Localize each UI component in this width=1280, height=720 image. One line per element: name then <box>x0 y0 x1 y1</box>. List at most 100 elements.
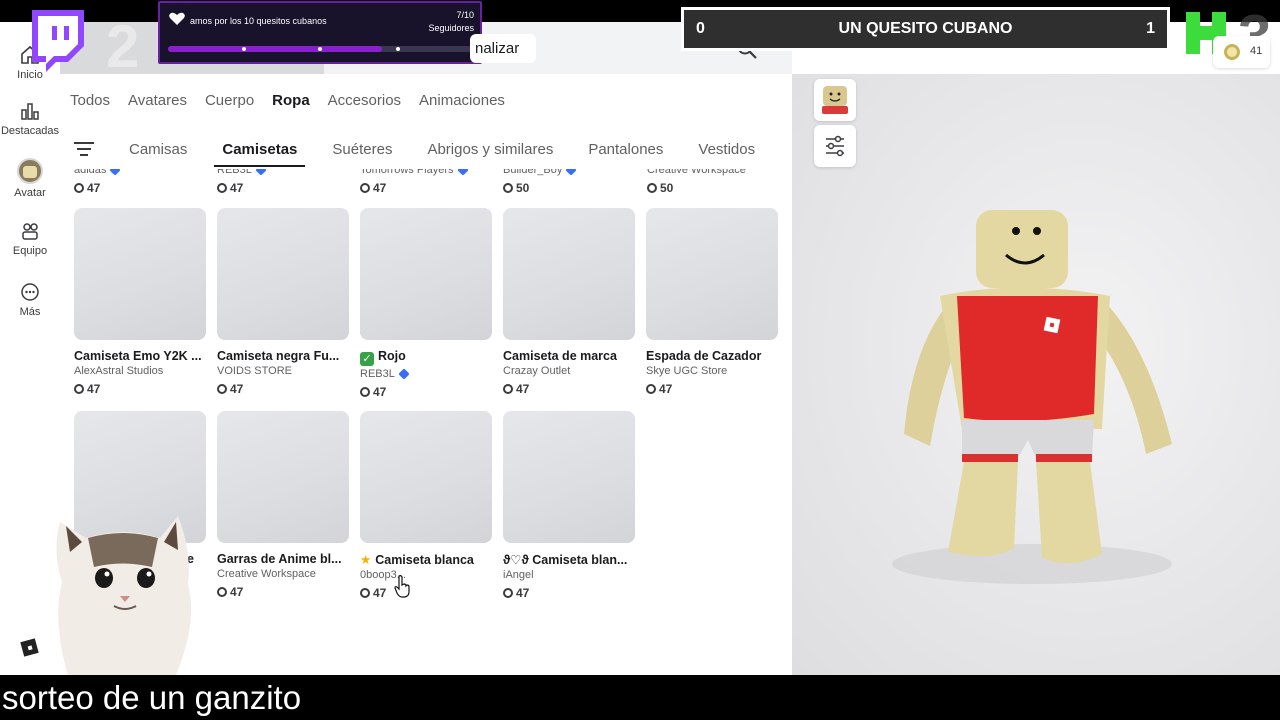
item-creator[interactable]: Skye UGC Store <box>646 365 784 377</box>
mouse-cursor-icon <box>393 574 411 598</box>
list-item[interactable]: Garras de Anime bl... Creative Workspace… <box>217 411 349 599</box>
robux-icon <box>217 587 227 597</box>
more-icon <box>19 281 41 303</box>
tab-vestidos[interactable]: Vestidos <box>698 141 755 158</box>
scoreboard-title: UN QUESITO CUBANO <box>838 20 1013 37</box>
finalize-button[interactable]: nalizar <box>470 34 536 63</box>
item-name: Camiseta Emo Y2K ... <box>74 349 202 363</box>
item-price: 47 <box>516 382 530 396</box>
list-item[interactable]: Espada de Cazador Skye UGC Store 47 <box>646 208 778 396</box>
item-creator[interactable]: Creative Workspace <box>217 568 355 580</box>
tab-abrigos[interactable]: Abrigos y similares <box>427 141 553 158</box>
tab-cuerpo[interactable]: Cuerpo <box>205 92 254 114</box>
subcategory-tabs: Camisas Camisetas Suéteres Abrigos y sim… <box>129 141 790 167</box>
caption-bar: sorteo de un ganzito <box>0 675 1280 720</box>
robux-icon <box>360 183 370 193</box>
robux-icon <box>647 183 657 193</box>
list-item[interactable]: ✓ Rojo REB3L 47 <box>360 208 492 399</box>
item-price: 50 <box>660 181 674 195</box>
goal-marker <box>242 47 246 51</box>
item-name: Garras de Anime bl... <box>217 552 342 566</box>
verified-icon <box>398 368 410 380</box>
category-tabs: Todos Avatares Cuerpo Ropa Accesorios An… <box>70 92 523 114</box>
goal-marker <box>396 47 400 51</box>
goal-label: amos por los 10 quesitos cubanos <box>190 16 327 26</box>
goal-marker <box>318 47 322 51</box>
tab-ropa[interactable]: Ropa <box>272 92 310 114</box>
list-item[interactable]: Camiseta de marca Crazay Outlet 47 <box>503 208 635 396</box>
sidebar-item-label: Equipo <box>12 245 48 257</box>
tab-pantalones[interactable]: Pantalones <box>588 141 663 158</box>
overlay-counter-left: 2 <box>106 13 140 80</box>
robux-icon <box>1224 44 1240 60</box>
tab-camisetas[interactable]: Camisetas <box>214 141 306 167</box>
item-creator[interactable]: Crazay Outlet <box>503 365 641 377</box>
item-price: 47 <box>230 585 244 599</box>
check-icon: ✓ <box>360 352 374 366</box>
avatar-preview[interactable] <box>792 74 1280 675</box>
robux-icon <box>217 384 227 394</box>
robux-balance-value: 41 <box>1250 45 1263 57</box>
item-thumbnail[interactable] <box>503 208 635 340</box>
filter-icon[interactable] <box>72 137 96 161</box>
tab-accesorios[interactable]: Accesorios <box>328 92 401 114</box>
avatar-3d-model <box>892 210 1172 584</box>
item-thumbnail[interactable] <box>217 411 349 543</box>
item-creator[interactable]: REB3L <box>360 368 395 380</box>
list-item[interactable]: Camiseta negra Fu... VOIDS STORE 47 <box>217 208 349 396</box>
goal-progress-fill <box>168 46 383 52</box>
robux-icon <box>360 387 370 397</box>
item-thumbnail[interactable] <box>503 411 635 543</box>
robux-icon <box>646 384 656 394</box>
tab-animaciones[interactable]: Animaciones <box>419 92 505 114</box>
item-name: Camiseta blanca <box>375 553 474 567</box>
goal-unit: Seguidores <box>428 23 474 33</box>
tab-todos[interactable]: Todos <box>70 92 110 114</box>
heart-icon <box>169 12 185 25</box>
item-thumbnail[interactable] <box>646 208 778 340</box>
item-creator[interactable]: AlexAstral Studios <box>74 365 212 377</box>
tab-camisas[interactable]: Camisas <box>129 141 187 158</box>
robux-icon <box>503 588 513 598</box>
chart-icon <box>19 100 41 122</box>
sidebar-item-label: Avatar <box>14 187 46 199</box>
tab-avatares[interactable]: Avatares <box>128 92 187 114</box>
item-thumbnail[interactable] <box>360 208 492 340</box>
item-price: 47 <box>659 382 673 396</box>
robux-icon <box>74 183 84 193</box>
item-name: ϑ♡ϑ Camiseta blan... <box>503 553 628 567</box>
list-item[interactable]: ★ Camiseta blanca 0boop3... 47 <box>360 411 492 600</box>
list-item[interactable]: Camiseta Emo Y2K ... AlexAstral Studios … <box>74 208 206 396</box>
item-creator[interactable]: 0boop3... <box>360 569 498 581</box>
list-item[interactable]: ϑ♡ϑ Camiseta blan... iAngel 47 <box>503 411 635 600</box>
item-creator[interactable]: VOIDS STORE <box>217 365 355 377</box>
score-right: 1 <box>1146 20 1155 37</box>
robux-icon <box>503 183 513 193</box>
robux-balance[interactable]: 41 <box>1213 36 1270 68</box>
roblox-logo-icon <box>20 638 39 657</box>
tab-sueteres[interactable]: Suéteres <box>332 141 392 158</box>
item-price: 47 <box>230 181 244 195</box>
sidebar-item-featured[interactable]: Destacadas <box>0 100 60 137</box>
sidebar-item-team[interactable]: Equipo <box>0 220 60 257</box>
sidebar-item-avatar[interactable]: Avatar <box>0 158 60 199</box>
robux-icon <box>360 588 370 598</box>
item-thumbnail[interactable] <box>217 208 349 340</box>
goal-progress-bar <box>168 46 474 52</box>
sidebar-item-label: Más <box>19 306 41 318</box>
cat-sticker-overlay <box>48 512 198 675</box>
robux-icon <box>503 384 513 394</box>
goal-count: 7/10 <box>456 10 474 20</box>
robux-icon <box>217 183 227 193</box>
subcategory-bar: Camisas Camisetas Suéteres Abrigos y sim… <box>60 127 792 169</box>
item-price: 47 <box>87 181 101 195</box>
item-price: 47 <box>87 382 101 396</box>
item-price: 47 <box>516 586 530 600</box>
sidebar-item-more[interactable]: Más <box>0 281 60 318</box>
item-thumbnail[interactable] <box>74 208 206 340</box>
follower-goal-widget: amos por los 10 quesitos cubanos 7/10 Se… <box>158 1 482 64</box>
item-price: 47 <box>230 382 244 396</box>
item-thumbnail[interactable] <box>360 411 492 543</box>
item-creator[interactable]: iAngel <box>503 569 641 581</box>
item-name: Rojo <box>378 349 406 363</box>
